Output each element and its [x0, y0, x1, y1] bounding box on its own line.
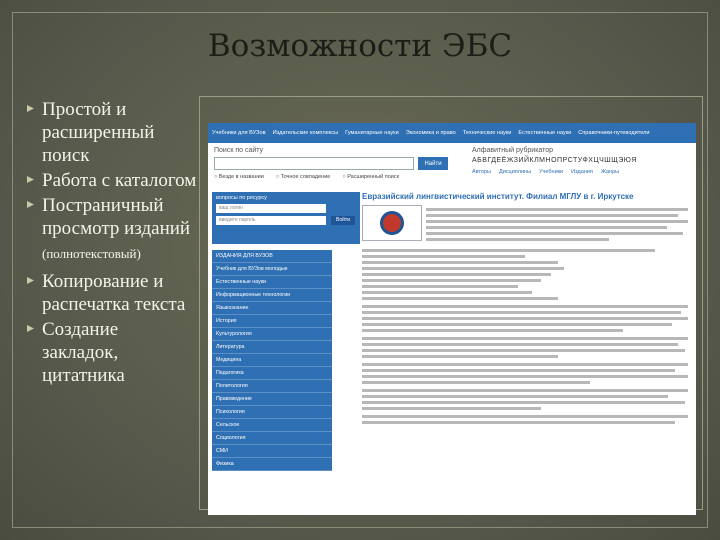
menu-item[interactable]: Правоведение [212, 393, 332, 406]
bullet-arrow-icon [26, 324, 35, 333]
page-body: вопросы по ресурсу ваш логин введите пар… [208, 192, 696, 471]
text-paragraph [362, 337, 688, 358]
nav-item[interactable]: Гуманитарные науки [345, 130, 399, 136]
category-menu: ИЗДАНИЯ ДЛЯ ВУЗОВ Учебник для ВУЗов моло… [212, 250, 332, 471]
search-option[interactable]: Везде в названии [214, 174, 264, 180]
menu-item[interactable]: Медицина [212, 354, 332, 367]
login-title: вопросы по ресурсу [216, 195, 267, 201]
rubricator-letters[interactable]: АБВГДЕЁЖЗИЙКЛМНОПРСТУФХЦЧШЩЭЮЯ [472, 157, 682, 164]
search-options: Везде в названии Точное совпадение Расши… [214, 174, 456, 180]
bullet-arrow-icon [26, 104, 35, 113]
menu-item[interactable]: Учебник для ВУЗов молодые [212, 263, 332, 276]
login-button[interactable]: Войти [331, 216, 355, 225]
rubricator-link[interactable]: Авторы [472, 169, 491, 175]
menu-item[interactable]: История [212, 315, 332, 328]
nav-item[interactable]: Технические науки [463, 130, 512, 136]
nav-item[interactable]: Экономика и право [406, 130, 456, 136]
menu-item[interactable]: Языкознание [212, 302, 332, 315]
menu-item[interactable]: Педагогика [212, 367, 332, 380]
bullet-arrow-icon [26, 200, 35, 209]
menu-item[interactable]: Политология [212, 380, 332, 393]
bullet-note: (полнотекстовый) [42, 246, 141, 261]
text-paragraph [362, 363, 688, 384]
text-paragraph [362, 415, 688, 424]
website-screenshot: Учебники для ВУЗов Издательские комплекс… [208, 123, 696, 515]
nav-item[interactable]: Учебники для ВУЗов [212, 130, 266, 136]
menu-item[interactable]: Литература [212, 341, 332, 354]
password-field[interactable]: введите пароль [216, 216, 326, 225]
menu-item[interactable]: Естественные науки [212, 276, 332, 289]
bullet-item: Постраничный просмотр изданий [26, 194, 198, 240]
search-input[interactable] [214, 157, 414, 170]
main-content: Евразийский лингвистический институт. Фи… [360, 192, 688, 471]
intro-text-lines [422, 205, 688, 244]
rubricator-link[interactable]: Жанры [601, 169, 619, 175]
top-nav: Учебники для ВУЗов Издательские комплекс… [208, 123, 696, 143]
bullet-item: Копирование и распечатка текста [26, 270, 198, 316]
bullet-list: Простой и расширенный поиск Работа с кат… [26, 98, 198, 389]
logo-emblem-icon [380, 211, 404, 235]
institute-logo [362, 205, 422, 241]
nav-item[interactable]: Издательские комплексы [273, 130, 339, 136]
content-title[interactable]: Евразийский лингвистический институт. Фи… [362, 192, 688, 201]
rubricator-link[interactable]: Дисциплины [499, 169, 531, 175]
rubricator-link[interactable]: Издания [571, 169, 593, 175]
bullet-item: Работа с каталогом [26, 169, 198, 192]
alphabet-rubricator: Алфавитный рубрикатор АБВГДЕЁЖЗИЙКЛМНОПР… [472, 147, 682, 180]
search-option[interactable]: Расширенный поиск [342, 174, 399, 180]
search-row: Поиск по сайту Найти Везде в названии То… [208, 143, 696, 180]
login-field[interactable]: ваш логин [216, 204, 326, 213]
menu-item[interactable]: Физика [212, 458, 332, 471]
bullet-item: Простой и расширенный поиск [26, 98, 198, 167]
nav-item[interactable]: Справочники-путеводители [578, 130, 649, 136]
sidebar: вопросы по ресурсу ваш логин введите пар… [208, 192, 360, 471]
menu-item[interactable]: Психология [212, 406, 332, 419]
menu-item[interactable]: ИЗДАНИЯ ДЛЯ ВУЗОВ [212, 250, 332, 263]
search-title: Поиск по сайту [214, 147, 264, 154]
slide-title: Возможности ЭБС [207, 28, 513, 64]
text-paragraph [362, 249, 688, 300]
bullet-arrow-icon [26, 276, 35, 285]
bullet-arrow-icon [26, 175, 35, 184]
nav-item[interactable]: Естественные науки [518, 130, 571, 136]
login-box: вопросы по ресурсу ваш логин введите пар… [212, 192, 360, 244]
menu-item[interactable]: Культурология [212, 328, 332, 341]
menu-item[interactable]: Сельское [212, 419, 332, 432]
text-paragraph [362, 389, 688, 410]
rubricator-title: Алфавитный рубрикатор [472, 147, 554, 154]
text-paragraph [362, 305, 688, 332]
search-option[interactable]: Точное совпадение [276, 174, 331, 180]
rubricator-links: Авторы Дисциплины Учебники Издания Жанры [472, 169, 682, 175]
menu-item[interactable]: СМИ [212, 445, 332, 458]
bullet-item: Создание закладок, цитатника [26, 318, 198, 387]
menu-item[interactable]: Социология [212, 432, 332, 445]
site-search: Поиск по сайту Найти Везде в названии То… [214, 147, 456, 180]
menu-item[interactable]: Информационные технологии [212, 289, 332, 302]
rubricator-link[interactable]: Учебники [539, 169, 563, 175]
search-button[interactable]: Найти [418, 157, 448, 170]
screenshot-frame: Учебники для ВУЗов Издательские комплекс… [199, 96, 703, 515]
